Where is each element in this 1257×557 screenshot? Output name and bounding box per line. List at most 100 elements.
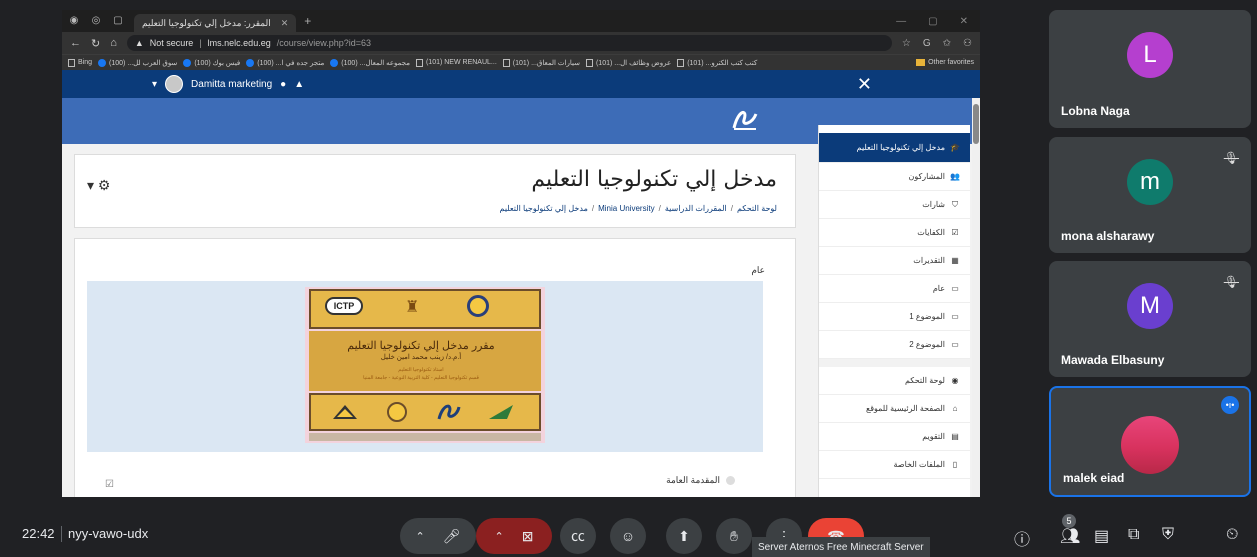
page-icon: [502, 58, 510, 67]
breadcrumb-item[interactable]: لوحة التحكم: [737, 204, 777, 213]
back-icon[interactable]: ←: [70, 37, 81, 49]
browser-titlebar: ◉ ◎ ▢ المقرر: مدخل إلي تكنولوجيا التعليم…: [62, 10, 980, 32]
main-column: ▾ ⚙ مدخل إلي تكنولوجيا التعليم لوحة التح…: [74, 154, 796, 497]
page-scrollbar[interactable]: [972, 98, 980, 497]
breadcrumb-item[interactable]: مدخل إلي تكنولوجيا التعليم: [500, 204, 588, 213]
minimize-icon[interactable]: —: [896, 16, 906, 27]
emoji-button[interactable]: ☺: [610, 518, 646, 554]
captions-button[interactable]: ㏄: [560, 518, 596, 554]
bookmark-item[interactable]: (101) NEW RENAUL...: [415, 58, 497, 67]
poster-title: مقرر مدخل إلي تكنولوجيا التعليم: [347, 340, 495, 352]
emoji-icon: ☺: [620, 528, 636, 544]
sidebar-item[interactable]: الكفايات ☑: [819, 219, 970, 247]
breadcrumb-item[interactable]: المقررات الدراسية: [665, 204, 727, 213]
activities-icon[interactable]: ⧉: [1128, 526, 1139, 544]
sidebar-item[interactable]: التقويم ▤: [819, 423, 970, 451]
participant-tile[interactable]: malek eiad •ı•: [1049, 386, 1251, 497]
url-host: lms.nelc.edu.eg: [207, 38, 271, 48]
refresh-icon[interactable]: G: [923, 38, 931, 49]
maximize-icon[interactable]: ▢: [928, 16, 937, 27]
completion-checkbox[interactable]: ☑: [105, 479, 114, 490]
address-bar: ← ↻ ⌂ ▲ Not secure | lms.nelc.edu.eg/cou…: [62, 32, 980, 54]
people-icon[interactable]: 👥︎ 5: [1060, 514, 1080, 546]
favorite-star-icon[interactable]: ☆: [902, 38, 911, 49]
avatar: M: [1127, 283, 1173, 329]
bell-icon[interactable]: ▲: [294, 79, 304, 90]
timer-icon[interactable]: ⏲: [1226, 526, 1238, 544]
avatar: [1121, 416, 1179, 474]
hand-icon: ✋︎: [730, 527, 738, 544]
folder-icon: [916, 59, 926, 66]
info-icon[interactable]: ⓘ: [1014, 526, 1030, 550]
meeting-code: nyy-vawo-udx: [60, 526, 149, 542]
extensions-icon[interactable]: ⚇: [963, 38, 972, 49]
close-window-icon[interactable]: ✕: [960, 16, 968, 27]
table-icon: ▦: [951, 256, 959, 265]
other-favorites[interactable]: Other favorites: [916, 59, 974, 66]
chevron-up-icon[interactable]: ⌃: [495, 530, 504, 543]
close-drawer-icon[interactable]: ✕: [857, 74, 872, 95]
chat-icon[interactable]: ▤: [1094, 526, 1109, 546]
university-seal-icon: [467, 295, 489, 317]
gear-icon[interactable]: ▾ ⚙: [87, 177, 110, 194]
url-input[interactable]: ▲ Not secure | lms.nelc.edu.eg/course/vi…: [126, 35, 892, 51]
course-content: عام ICTP ♜ مقرر مدخل إلي تكنولوجيا التعل…: [74, 238, 796, 497]
participant-tile[interactable]: m mona alsharawy 🎙︎: [1049, 137, 1251, 253]
workspaces-icon[interactable]: ◎: [90, 15, 102, 27]
microphone-button[interactable]: ⌃ 🎤︎: [400, 518, 476, 554]
raise-hand-button[interactable]: ✋︎: [716, 518, 752, 554]
dropdown-caret-icon[interactable]: ▾: [152, 79, 157, 90]
nelc-logo: [732, 111, 758, 130]
participant-tile[interactable]: M Mawada Elbasuny 🎙︎: [1049, 261, 1251, 377]
speaking-indicator-icon: •ı•: [1221, 396, 1239, 414]
user-avatar[interactable]: [165, 75, 184, 93]
activity-intro[interactable]: المقدمة العامة: [666, 475, 735, 486]
meet-controls: 22:42 nyy-vawo-udx ⌃ 🎤︎ ⌃ ⊠ ㏄ ☺ ⬆ ✋︎ ⋮ ☎…: [0, 512, 1257, 557]
user-name[interactable]: Damitta marketing: [191, 79, 272, 90]
sidebar-item[interactable]: الموضوع 2 ▭: [819, 331, 970, 359]
home-icon[interactable]: ⌂: [110, 37, 117, 49]
bookmark-item[interactable]: كتب كتب الكترو... (101): [677, 58, 757, 67]
chevron-up-icon[interactable]: ⌃: [416, 530, 425, 543]
host-controls-icon[interactable]: ⛨: [1162, 526, 1174, 544]
browser-tab[interactable]: المقرر: مدخل إلي تكنولوجيا التعليم ✕: [134, 14, 297, 32]
profile-icon[interactable]: ◉: [68, 15, 80, 27]
sidebar-item[interactable]: مدخل إلي تكنولوجيا التعليم 🎓: [819, 133, 970, 163]
sidebar-item[interactable]: الصفحة الرئيسية للموقع ⌂: [819, 395, 970, 423]
bookmark-item[interactable]: سيارات المعاق... (101): [502, 58, 580, 67]
folder-icon: ▭: [951, 312, 959, 321]
camera-button[interactable]: ⌃ ⊠: [476, 518, 552, 554]
warning-icon: ▲: [134, 38, 144, 48]
section-title: عام: [751, 265, 765, 275]
sidebar-item[interactable]: لوحة التحكم ◉: [819, 367, 970, 395]
ictp-logo: ICTP: [325, 297, 363, 315]
clock: 22:42: [22, 526, 55, 541]
sidebar-item[interactable]: شارات ⛉: [819, 191, 970, 219]
present-button[interactable]: ⬆: [666, 518, 702, 554]
sidebar-item[interactable]: عام ▭: [819, 275, 970, 303]
bookmark-item[interactable]: متجر جده في ا... (100): [246, 58, 324, 67]
breadcrumb-item[interactable]: Minia University: [598, 204, 654, 213]
participant-tile[interactable]: L Lobna Naga: [1049, 10, 1251, 128]
close-tab-icon[interactable]: ✕: [281, 18, 289, 29]
bookmark-item[interactable]: مجموعه المعال... (100): [330, 58, 410, 67]
bookmark-item[interactable]: عروض وظائف ال... (101): [585, 58, 671, 67]
page-icon: [585, 58, 593, 67]
bookmark-item[interactable]: فيس بوك (100): [183, 58, 240, 67]
checkbox-icon: ☑: [951, 228, 959, 237]
course-poster: ICTP ♜ مقرر مدخل إلي تكنولوجيا التعليم أ…: [305, 287, 545, 443]
bookmark-item[interactable]: Bing: [68, 58, 92, 67]
tab-actions-icon[interactable]: ▢: [112, 15, 124, 27]
reload-icon[interactable]: ↻: [91, 37, 100, 50]
bookmark-item[interactable]: سوق العرب لل... (100): [98, 58, 177, 67]
new-tab-icon[interactable]: +: [304, 14, 311, 28]
sidebar-item[interactable]: الموضوع 1 ▭: [819, 303, 970, 331]
page-icon: [677, 58, 685, 67]
sidebar-item[interactable]: الملفات الخاصة ▯: [819, 451, 970, 479]
avatar: m: [1127, 159, 1173, 205]
sidebar-item[interactable]: المشاركون 👥: [819, 163, 970, 191]
sidebar-item[interactable]: التقديرات ▦: [819, 247, 970, 275]
participant-name: Lobna Naga: [1061, 104, 1130, 118]
chat-icon[interactable]: ●: [280, 79, 286, 90]
favorites-icon[interactable]: ✩: [943, 38, 951, 49]
